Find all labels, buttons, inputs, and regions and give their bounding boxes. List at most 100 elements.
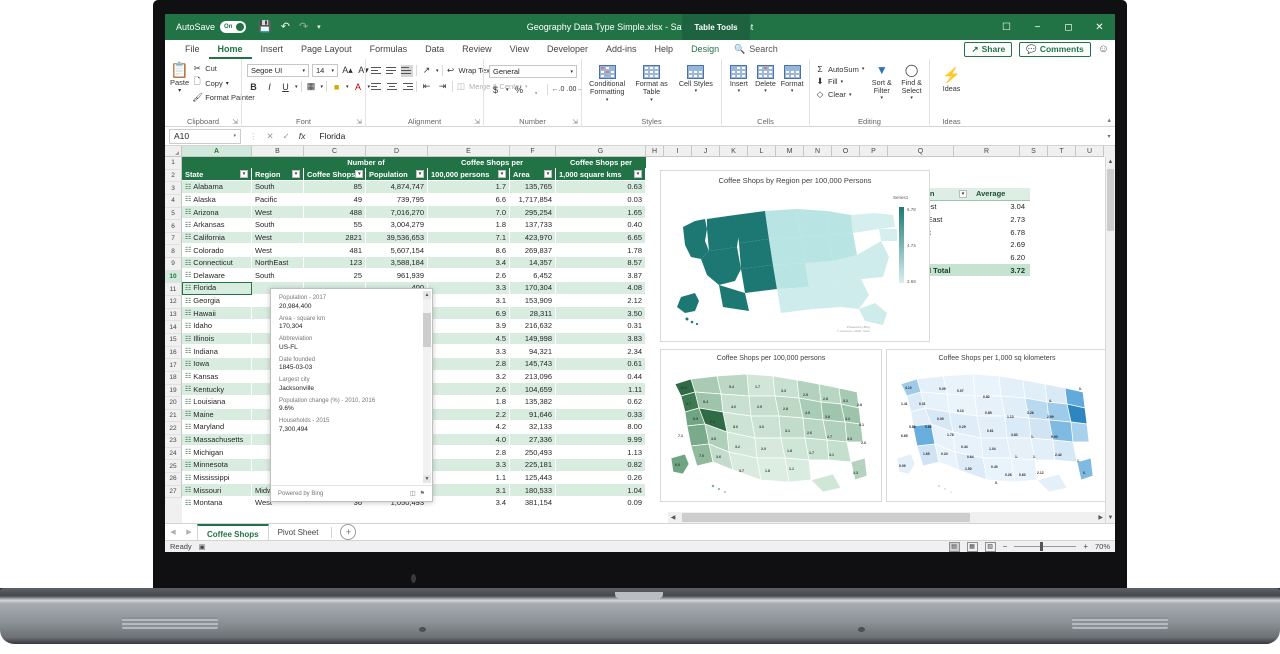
increase-indent-button[interactable]: ⇥	[436, 80, 449, 93]
row-header-18[interactable]: 18	[165, 372, 182, 385]
column-header-L[interactable]: L	[748, 146, 776, 157]
cell-area[interactable]: 14,357	[510, 257, 556, 270]
tab-developer[interactable]: Developer	[538, 40, 597, 59]
cell-state[interactable]: ☷Indiana	[182, 345, 252, 358]
cell-per-1000km[interactable]: 2.12	[556, 295, 646, 308]
flag-icon[interactable]: ⚑	[420, 490, 425, 497]
sheet-tab-pivot-sheet[interactable]: Pivot Sheet	[269, 524, 328, 541]
share-button[interactable]: ↗ Share	[964, 42, 1012, 57]
delete-cells-button[interactable]: Delete ▾	[754, 65, 778, 95]
autosave-toggle[interactable]: On	[220, 21, 246, 33]
column-header-R[interactable]: R	[954, 146, 1020, 157]
cell-shops[interactable]: 481	[304, 244, 366, 257]
collapse-ribbon-button[interactable]: ▴	[1107, 116, 1111, 124]
row-header-6[interactable]: 6	[165, 220, 182, 233]
chevron-down-icon[interactable]: ▾	[178, 88, 181, 95]
cell-per-100k[interactable]: 3.3	[428, 282, 510, 295]
cell-area[interactable]: 225,181	[510, 459, 556, 472]
cell-area[interactable]: 269,837	[510, 244, 556, 257]
cell-state[interactable]: ☷Hawaii	[182, 307, 252, 320]
cell-per-100k[interactable]: 4.5	[428, 333, 510, 346]
row-header-14[interactable]: 14	[165, 321, 182, 334]
filter-arrow-state[interactable]: ▾	[240, 170, 248, 178]
fill-color-button[interactable]: ■	[330, 80, 343, 93]
cell-state[interactable]: ☷Alaska	[182, 194, 252, 207]
row-header-11[interactable]: 11	[165, 283, 182, 296]
number-dialog-launcher[interactable]: ⇲	[572, 118, 578, 126]
decrease-indent-button[interactable]: ⇤	[420, 80, 433, 93]
cell-per-1000km[interactable]: 9.99	[556, 434, 646, 447]
cell-per-1000km[interactable]: 3.83	[556, 333, 646, 346]
accounting-format-button[interactable]: $	[489, 83, 502, 96]
cancel-icon[interactable]: ✕	[267, 131, 274, 142]
row-header-12[interactable]: 12	[165, 296, 182, 309]
tab-home[interactable]: Home	[209, 40, 252, 59]
chevron-down-icon[interactable]: ▾	[791, 89, 794, 95]
tab-file[interactable]: File	[176, 40, 209, 59]
align-bottom-button[interactable]	[401, 65, 413, 77]
maximize-button[interactable]: ◻	[1053, 14, 1084, 40]
cell-area[interactable]: 135,765	[510, 181, 556, 194]
percent-style-button[interactable]: %	[513, 83, 526, 96]
scroll-left-icon[interactable]: ◀	[668, 514, 678, 521]
tab-view[interactable]: View	[501, 40, 538, 59]
font-dialog-launcher[interactable]: ⇲	[356, 118, 362, 126]
decrease-decimal-button[interactable]: .00→	[569, 83, 582, 96]
cell-per-100k[interactable]: 1.8	[428, 396, 510, 409]
column-header-J[interactable]: J	[692, 146, 720, 157]
cell-state[interactable]: ☷Mississippi	[182, 472, 252, 485]
tab-insert[interactable]: Insert	[252, 40, 293, 59]
cell-state[interactable]: ☷Kentucky	[182, 383, 252, 396]
chart-per-100k-map[interactable]: Coffee Shops per 100,000 persons	[660, 349, 882, 502]
cell-per-1000km[interactable]: 6.65	[556, 232, 646, 245]
cell-per-1000km[interactable]: 3.50	[556, 307, 646, 320]
row-header-10[interactable]: 10	[165, 271, 182, 284]
chevron-down-icon[interactable]: ▾	[650, 98, 653, 104]
tab-help[interactable]: Help	[646, 40, 683, 59]
increase-decimal-button[interactable]: ←.0	[552, 83, 565, 96]
geography-data-card[interactable]: Population - 201720,984,400Area - square…	[270, 288, 433, 502]
align-left-button[interactable]	[371, 81, 383, 93]
vertical-scrollbar[interactable]: ▲ ▼	[1105, 157, 1115, 523]
cell-per-100k[interactable]: 3.2	[428, 371, 510, 384]
comma-style-button[interactable]: ,	[530, 83, 543, 96]
cell-state[interactable]: ☷Connecticut	[182, 257, 252, 270]
cell-population[interactable]: 7,016,270	[366, 206, 428, 219]
cell-area[interactable]: 180,533	[510, 484, 556, 497]
tab-page-layout[interactable]: Page Layout	[292, 40, 361, 59]
cell-state[interactable]: ☷California	[182, 232, 252, 245]
autosave-control[interactable]: AutoSave On	[176, 21, 246, 33]
cell-per-100k[interactable]: 1.8	[428, 219, 510, 232]
clipboard-dialog-launcher[interactable]: ⇲	[232, 118, 238, 126]
cell-per-100k[interactable]: 3.1	[428, 295, 510, 308]
underline-button[interactable]: U	[279, 80, 292, 93]
cell-per-100k[interactable]: 7.1	[428, 232, 510, 245]
cell-region[interactable]: South	[252, 269, 304, 282]
cell-per-100k[interactable]: 2.6	[428, 383, 510, 396]
cell-shops[interactable]: 488	[304, 206, 366, 219]
zoom-slider-knob[interactable]	[1040, 542, 1043, 551]
cell-region[interactable]: NorthEast	[252, 257, 304, 270]
row-header-16[interactable]: 16	[165, 347, 182, 360]
row-header-7[interactable]: 7	[165, 233, 182, 246]
row-header-24[interactable]: 24	[165, 448, 182, 461]
chevron-down-icon[interactable]: ▾	[849, 92, 852, 98]
alignment-dialog-launcher[interactable]: ⇲	[474, 118, 480, 126]
cell-population[interactable]: 39,536,653	[366, 232, 428, 245]
tab-formulas[interactable]: Formulas	[361, 40, 417, 59]
cell-state[interactable]: ☷Arkansas	[182, 219, 252, 232]
cell-region[interactable]: Pacific	[252, 194, 304, 207]
cell-state[interactable]: ☷Florida	[182, 282, 252, 295]
cell-state[interactable]: ☷Illinois	[182, 333, 252, 346]
cell-state[interactable]: ☷Minnesota	[182, 459, 252, 472]
ribbon-display-options-icon[interactable]: ☐	[991, 14, 1022, 40]
row-header-23[interactable]: 23	[165, 435, 182, 448]
column-header-B[interactable]: B	[252, 146, 304, 157]
page-layout-view-button[interactable]: ▦	[967, 542, 978, 552]
row-header-22[interactable]: 22	[165, 422, 182, 435]
chevron-down-icon[interactable]: ▾	[606, 98, 609, 104]
cell-state[interactable]: ☷Massachusetts	[182, 434, 252, 447]
chevron-down-icon[interactable]: ▾	[226, 80, 229, 87]
cell-per-1000km[interactable]: 0.03	[556, 194, 646, 207]
cell-per-100k[interactable]: 6.6	[428, 194, 510, 207]
